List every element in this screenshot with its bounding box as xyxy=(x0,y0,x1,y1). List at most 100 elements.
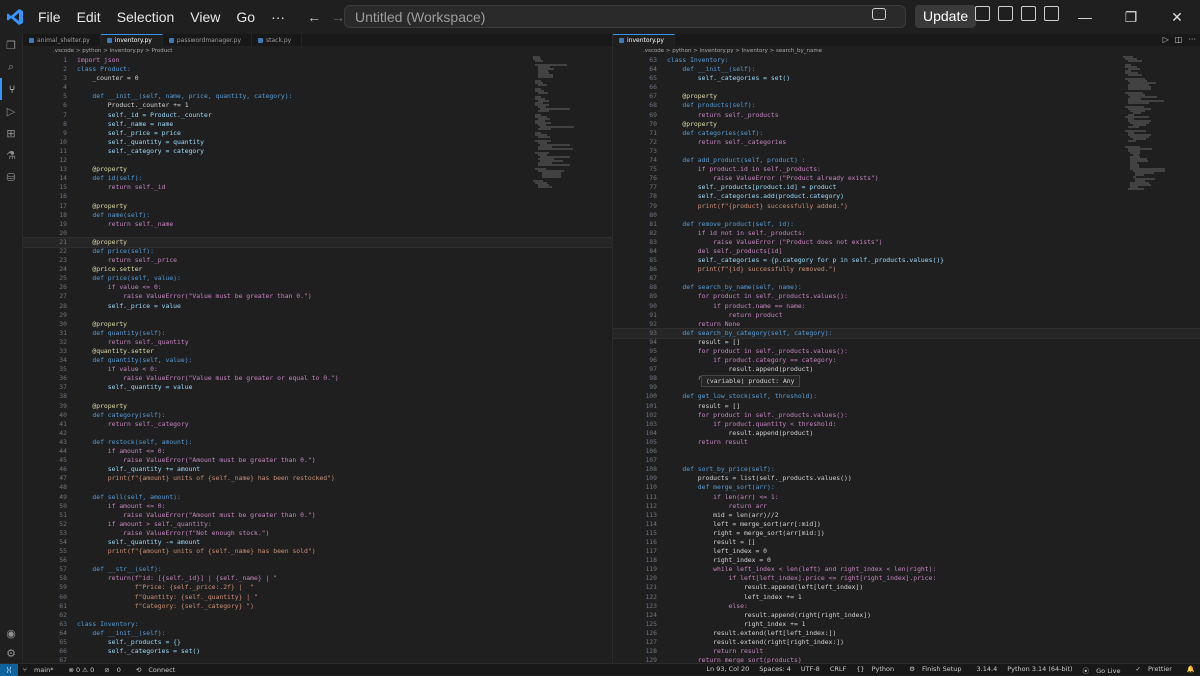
code-line[interactable]: 37 self._quantity = value xyxy=(23,383,612,392)
code-line[interactable]: 65 self._products = {} xyxy=(23,638,612,647)
code-line[interactable]: 77 self._products[product.id] = product xyxy=(613,183,1200,192)
toggle-panel-icon[interactable] xyxy=(1021,6,1036,21)
menu-edit[interactable]: Edit xyxy=(69,9,109,25)
code-line[interactable]: 105 return result xyxy=(613,438,1200,447)
code-line[interactable]: 74 def add_product(self, product) : xyxy=(613,156,1200,165)
connect-status[interactable]: ⟲ Connect xyxy=(131,666,185,674)
code-line[interactable]: 116 result = [] xyxy=(613,538,1200,547)
code-line[interactable]: 22 def price(self): xyxy=(23,247,612,256)
code-line[interactable]: 63 class Inventory: xyxy=(23,620,612,629)
code-line[interactable]: 66 xyxy=(613,83,1200,92)
code-line[interactable]: 101 result = [] xyxy=(613,402,1200,411)
code-line[interactable]: 85 self._categories = {p.category for p … xyxy=(613,256,1200,265)
code-line[interactable]: 127 result.extend(right[right_index:]) xyxy=(613,638,1200,647)
minimize-icon[interactable]: — xyxy=(1062,0,1108,34)
code-line[interactable]: 72 return self._categories xyxy=(613,138,1200,147)
copilot-icon[interactable] xyxy=(872,8,886,20)
toggle-primary-sidebar-icon[interactable] xyxy=(998,6,1013,21)
cursor-position[interactable]: Ln 93, Col 20 xyxy=(701,665,754,675)
search-icon[interactable]: ⌕ xyxy=(0,56,22,78)
code-line[interactable]: 117 left_index = 0 xyxy=(613,547,1200,556)
code-line[interactable]: 120 if left[left_index].price <= right[r… xyxy=(613,574,1200,583)
prettier[interactable]: ✓ Prettier xyxy=(1130,665,1181,675)
run-debug-icon[interactable]: ▷ xyxy=(0,100,22,122)
code-line[interactable]: 84 del self._products[id] xyxy=(613,247,1200,256)
code-line[interactable]: 92 return None xyxy=(613,320,1200,329)
account-icon[interactable]: ◉ xyxy=(0,622,22,644)
code-line[interactable]: 109 products = list(self._products.value… xyxy=(613,474,1200,483)
tab-passwordmanager-py[interactable]: passwordmanager.py xyxy=(162,34,252,46)
code-line[interactable]: 124 result.append(right[right_index]) xyxy=(613,611,1200,620)
toggle-secondary-sidebar-icon[interactable] xyxy=(1044,6,1059,21)
code-line[interactable]: 57 def __str__(self): xyxy=(23,565,612,574)
code-line[interactable]: 50 if amount <= 0: xyxy=(23,502,612,511)
code-line[interactable]: 10 self._quantity = quantity xyxy=(23,138,612,147)
run-icon[interactable]: ▷ xyxy=(1163,35,1169,44)
indentation[interactable]: Spaces: 4 xyxy=(754,665,796,675)
code-line[interactable]: 38 xyxy=(23,392,612,401)
code-line[interactable]: 106 xyxy=(613,447,1200,456)
finish-setup[interactable]: ⚙ Finish Setup xyxy=(904,665,971,675)
code-line[interactable]: 64 def __init__(self): xyxy=(613,65,1200,74)
code-line[interactable]: 13 @property xyxy=(23,165,612,174)
code-line[interactable]: 9 self._price = price xyxy=(23,129,612,138)
code-line[interactable]: 115 right = merge_sort(arr[mid:]) xyxy=(613,529,1200,538)
notifications-bell-icon[interactable]: 🔔 xyxy=(1182,665,1200,675)
code-line[interactable]: 103 if product.quantity < threshold: xyxy=(613,420,1200,429)
code-line[interactable]: 59 f"Price: {self._price:.2f} | " xyxy=(23,583,612,592)
code-line[interactable]: 123 else: xyxy=(613,602,1200,611)
python-interpreter[interactable]: Python 3.14 (64-bit) xyxy=(1002,665,1077,675)
code-line[interactable]: 56 xyxy=(23,556,612,565)
code-line[interactable]: 49 def sell(self, amount): xyxy=(23,493,612,502)
close-icon[interactable]: ✕ xyxy=(1154,0,1200,34)
code-line[interactable]: 41 return self._category xyxy=(23,420,612,429)
code-line[interactable]: 126 result.extend(left[left_index:]) xyxy=(613,629,1200,638)
breadcrumb[interactable]: .vscode > python > inventory.py > Invent… xyxy=(613,46,1200,56)
code-line[interactable]: 35 if value < 0: xyxy=(23,365,612,374)
code-line[interactable]: 34 def quantity(self, value): xyxy=(23,356,612,365)
restore-icon[interactable]: ❐ xyxy=(1108,0,1154,34)
code-line[interactable]: 62 xyxy=(23,611,612,620)
forward-arrow-icon[interactable]: → xyxy=(331,9,345,25)
code-line[interactable]: 43 def restock(self, amount): xyxy=(23,438,612,447)
code-line[interactable]: 21 @property xyxy=(23,236,612,248)
tab-inventory-py[interactable]: inventory.py xyxy=(613,34,675,46)
source-control-icon[interactable]: ⑂ xyxy=(0,78,22,100)
remote-icon[interactable]: ⟩⟨ xyxy=(0,663,18,676)
code-line[interactable]: 107 xyxy=(613,456,1200,465)
right-minimap[interactable] xyxy=(1123,56,1200,663)
code-line[interactable]: 60 f"Quantity: {self._quantity} | " xyxy=(23,593,612,602)
code-line[interactable]: 122 left_index += 1 xyxy=(613,593,1200,602)
code-line[interactable]: 89 for product in self._products.values(… xyxy=(613,292,1200,301)
problems-status[interactable]: ⊗ 0 ⚠ 0 xyxy=(63,666,99,674)
code-line[interactable]: 70 @property xyxy=(613,120,1200,129)
code-line[interactable]: 87 xyxy=(613,274,1200,283)
code-line[interactable]: 7 self._id = Product._counter xyxy=(23,111,612,120)
right-code-area[interactable]: 63 class Inventory: 64 def __init__(self):… xyxy=(613,56,1200,663)
tab-stack-py[interactable]: stack.py xyxy=(252,34,303,46)
code-line[interactable]: 125 right_index += 1 xyxy=(613,620,1200,629)
menu-more[interactable]: ··· xyxy=(263,9,293,25)
code-line[interactable]: 24 @price.setter xyxy=(23,265,612,274)
code-line[interactable]: 73 xyxy=(613,147,1200,156)
go-live[interactable]: ⦿ Go Live xyxy=(1078,665,1131,675)
code-line[interactable]: 95 for product in self._products.values(… xyxy=(613,347,1200,356)
code-line[interactable]: 111 if len(arr) <= 1: xyxy=(613,493,1200,502)
back-arrow-icon[interactable]: ← xyxy=(307,9,321,25)
branch-status[interactable]: ⑂ main* xyxy=(18,666,63,674)
code-line[interactable]: 93 def search_by_category(self, category… xyxy=(613,327,1200,339)
code-line[interactable]: 119 while left_index < len(left) and rig… xyxy=(613,565,1200,574)
code-line[interactable]: 75 if product.id in self._products: xyxy=(613,165,1200,174)
code-line[interactable]: 118 right_index = 0 xyxy=(613,556,1200,565)
code-line[interactable]: 48 xyxy=(23,483,612,492)
code-line[interactable]: 65 self._categories = set() xyxy=(613,74,1200,83)
code-line[interactable]: 76 raise ValueError ("Product already ex… xyxy=(613,174,1200,183)
code-line[interactable]: 128 return result xyxy=(613,647,1200,656)
code-line[interactable]: 88 def search_by_name(self, name): xyxy=(613,283,1200,292)
code-line[interactable]: 67 xyxy=(23,656,612,663)
code-line[interactable]: 4 xyxy=(23,83,612,92)
code-line[interactable]: 25 def price(self, value): xyxy=(23,274,612,283)
code-line[interactable]: 23 return self._price xyxy=(23,256,612,265)
code-line[interactable]: 40 def category(self): xyxy=(23,411,612,420)
code-line[interactable]: 114 left = merge_sort(arr[:mid]) xyxy=(613,520,1200,529)
